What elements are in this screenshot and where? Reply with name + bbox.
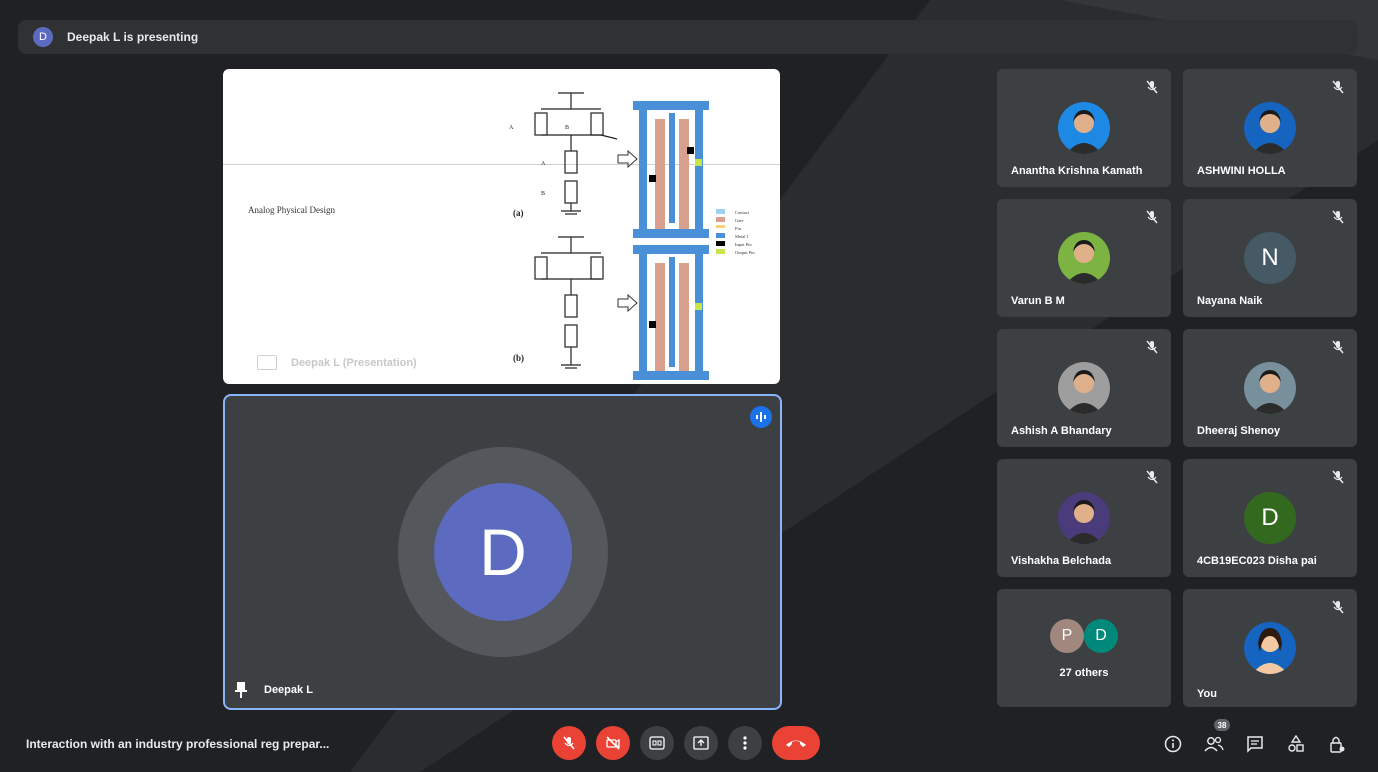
chat-icon: [1247, 736, 1263, 753]
participant-tile[interactable]: Varun B M: [997, 199, 1171, 317]
meeting-details-button[interactable]: [1162, 733, 1184, 755]
presentation-watermark: Deepak L (Presentation): [257, 355, 417, 370]
others-avatar-p: P: [1050, 619, 1084, 653]
participant-name: Ashish A Bhandary: [1011, 425, 1112, 437]
others-avatar-d: D: [1084, 619, 1118, 653]
end-call-button[interactable]: [772, 726, 820, 760]
mic-off-icon: [1332, 210, 1344, 224]
slide-circuit-figure: A B A B (a) Contact Gate Fin Metal 1 Input…: [509, 92, 755, 380]
self-name: You: [1197, 688, 1217, 700]
participant-tile[interactable]: ASHWINI HOLLA: [1183, 69, 1357, 187]
participant-avatar: [1058, 232, 1110, 284]
label-b: (b): [513, 353, 524, 363]
mic-off-icon: [1332, 80, 1344, 94]
more-options-button[interactable]: [728, 726, 762, 760]
others-tile[interactable]: P D 27 others: [997, 589, 1171, 707]
mic-off-icon: [1146, 80, 1158, 94]
participant-tile[interactable]: N Nayana Naik: [1183, 199, 1357, 317]
participant-name: Nayana Naik: [1197, 295, 1263, 307]
svg-text:Output Pin: Output Pin: [735, 250, 755, 255]
mic-off-icon: [563, 736, 575, 750]
participant-tile[interactable]: D 4CB19EC023 Disha pai: [1183, 459, 1357, 577]
people-button[interactable]: [1203, 733, 1225, 755]
svg-text:Input Pin: Input Pin: [735, 242, 752, 247]
mic-off-icon: [1332, 340, 1344, 354]
mic-off-icon: [1146, 340, 1158, 354]
svg-text:Metal 1: Metal 1: [735, 234, 749, 239]
hang-up-icon: [786, 740, 806, 747]
participant-name: Dheeraj Shenoy: [1197, 425, 1281, 437]
watermark-text: Deepak L (Presentation): [291, 356, 417, 369]
presenter-avatar: D: [33, 27, 53, 47]
present-icon: [257, 355, 277, 370]
participant-tile[interactable]: Dheeraj Shenoy: [1183, 329, 1357, 447]
svg-text:B: B: [565, 125, 569, 131]
audio-level-icon: [750, 406, 772, 428]
presenting-text: Deepak L is presenting: [67, 30, 199, 44]
participant-avatar: [1058, 362, 1110, 414]
speaker-avatar: D: [434, 483, 572, 621]
participant-name: Anantha Krishna Kamath: [1011, 165, 1143, 177]
svg-text:Contact: Contact: [735, 210, 750, 215]
info-icon: [1164, 735, 1182, 753]
meeting-title: Interaction with an industry professiona…: [26, 737, 330, 751]
present-screen-icon: [693, 736, 709, 750]
participant-name: Vishakha Belchada: [1011, 555, 1112, 567]
participant-avatar: [1058, 492, 1110, 544]
mic-off-icon: [1146, 210, 1158, 224]
svg-text:A: A: [509, 125, 514, 131]
pin-icon[interactable]: [235, 682, 247, 701]
participant-avatar: [1244, 362, 1296, 414]
svg-text:Gate: Gate: [735, 218, 744, 223]
svg-text:A: A: [541, 161, 546, 167]
captions-icon: [649, 736, 665, 750]
participant-avatar: D: [1244, 492, 1296, 544]
camera-off-icon: [606, 736, 620, 750]
speaker-tile[interactable]: D Deepak L: [223, 394, 782, 710]
host-controls-button[interactable]: [1326, 733, 1348, 755]
presenting-banner: D Deepak L is presenting: [18, 20, 1358, 54]
activities-button[interactable]: [1285, 733, 1307, 755]
participant-avatar: [1244, 102, 1296, 154]
participant-tile[interactable]: Vishakha Belchada: [997, 459, 1171, 577]
participant-name: 4CB19EC023 Disha pai: [1197, 555, 1317, 567]
participant-name: ASHWINI HOLLA: [1197, 165, 1286, 177]
svg-text:B: B: [541, 191, 545, 197]
chat-button[interactable]: [1244, 733, 1266, 755]
participant-count-badge: 38: [1214, 719, 1230, 731]
camera-toggle-button[interactable]: [596, 726, 630, 760]
self-tile[interactable]: You: [1183, 589, 1357, 707]
participant-tile[interactable]: Ashish A Bhandary: [997, 329, 1171, 447]
mic-off-icon: [1332, 470, 1344, 484]
present-screen-button[interactable]: [684, 726, 718, 760]
participant-avatar: [1058, 102, 1110, 154]
more-vert-icon: [743, 736, 747, 750]
people-icon: [1204, 736, 1224, 752]
activities-icon: [1288, 735, 1304, 752]
speaker-name: Deepak L: [264, 684, 313, 696]
shared-screen-tile[interactable]: Analog Physical Design AB AB (a) Contact…: [223, 69, 780, 384]
mic-toggle-button[interactable]: [552, 726, 586, 760]
svg-text:Fin: Fin: [735, 226, 742, 231]
lock-person-icon: [1330, 736, 1345, 753]
participant-name: Varun B M: [1011, 295, 1065, 307]
captions-button[interactable]: [640, 726, 674, 760]
label-a: (a): [513, 208, 524, 218]
participant-avatar: N: [1244, 232, 1296, 284]
others-count: 27 others: [1059, 667, 1109, 679]
mic-off-icon: [1146, 470, 1158, 484]
mic-off-icon: [1332, 600, 1344, 614]
self-avatar: [1244, 622, 1296, 674]
participant-tile[interactable]: Anantha Krishna Kamath: [997, 69, 1171, 187]
